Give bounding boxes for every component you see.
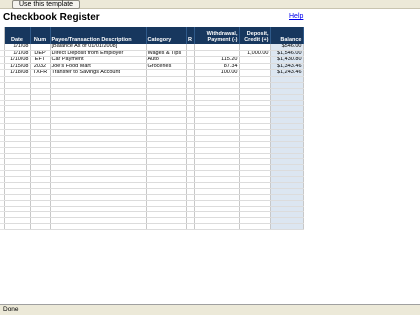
table-row: 1/15/08 2032 Joe's Food Mart Groceries 87.34… <box>0 63 304 71</box>
help-link[interactable]: Help <box>289 13 303 20</box>
cell-withdrawal[interactable] <box>194 50 240 58</box>
table-row: 1/18/08 TXFR Transfer to Savings Account 10… <box>0 69 304 77</box>
cell-reconciled[interactable] <box>186 63 195 71</box>
cell-num[interactable] <box>30 223 51 231</box>
cell-balance[interactable]: $1,343.46 <box>270 63 304 71</box>
cell-withdrawal[interactable]: 87.34 <box>194 63 240 71</box>
cell-payee[interactable]: Car Payment <box>50 56 147 64</box>
status-text: Done <box>3 306 19 313</box>
cell-reconciled[interactable] <box>186 69 195 77</box>
cell-category[interactable]: Wages & Tips <box>146 50 187 58</box>
cell-reconciled[interactable] <box>186 56 195 64</box>
cell-deposit[interactable]: 1,000.00 <box>239 50 271 58</box>
column-header-date[interactable]: Date <box>4 27 31 44</box>
cell-category[interactable]: Groceries <box>146 63 187 71</box>
cell-withdrawal[interactable]: 100.00 <box>194 69 240 77</box>
table-row: 1/1/08 DEP Direct Deposit from Employer Wag… <box>0 50 304 58</box>
status-bar: Done <box>0 304 420 315</box>
cell-balance[interactable] <box>270 223 304 231</box>
cell-num[interactable]: DEP <box>30 50 51 58</box>
cell-reconciled[interactable] <box>186 223 195 231</box>
table-header-row: Date Num Payee/Transaction Description C… <box>0 27 304 44</box>
cell-deposit[interactable] <box>239 223 271 231</box>
cell-date[interactable]: 1/1/08 <box>4 50 31 58</box>
cell-withdrawal[interactable] <box>194 223 240 231</box>
cell-category[interactable]: Auto <box>146 56 187 64</box>
cell-balance[interactable]: $1,243.46 <box>270 69 304 77</box>
column-header-num[interactable]: Num <box>30 27 51 44</box>
column-header-category[interactable]: Category <box>146 27 187 44</box>
cell-withdrawal[interactable]: 115.20 <box>194 56 240 64</box>
cell-payee[interactable] <box>50 223 147 231</box>
table-row: 1/10/08 EFT Car Payment Auto 115.20 $1,430.80 <box>0 56 304 64</box>
sheet-title: Checkbook Register <box>3 12 100 23</box>
cell-deposit[interactable] <box>239 69 271 77</box>
cell-balance[interactable]: $1,430.80 <box>270 56 304 64</box>
cell-payee[interactable]: Transfer to Savings Account <box>50 69 147 77</box>
cell-balance[interactable]: $1,546.00 <box>270 50 304 58</box>
cell-num[interactable]: EFT <box>30 56 51 64</box>
column-header-withdrawal[interactable]: Withdrawal, Payment (-) <box>194 27 240 44</box>
cell-num[interactable]: 2032 <box>30 63 51 71</box>
column-header-deposit[interactable]: Deposit, Credit (+) <box>239 27 271 44</box>
column-header-payee[interactable]: Payee/Transaction Description <box>50 27 147 44</box>
cell-date[interactable]: 1/18/08 <box>4 69 31 77</box>
checkbook-register-table: Date Num Payee/Transaction Description C… <box>0 27 304 231</box>
use-this-template-button[interactable]: Use this template <box>12 0 81 9</box>
register-rows: 1/1/08 [Balance As of 01/01/2008] $546.00 1… <box>0 44 304 231</box>
cell-payee[interactable]: Direct Deposit from Employer <box>50 50 147 58</box>
table-row <box>0 223 304 231</box>
cell-date[interactable] <box>4 223 31 231</box>
cell-category[interactable] <box>146 223 187 231</box>
cell-num[interactable]: TXFR <box>30 69 51 77</box>
column-header-balance[interactable]: Balance <box>270 27 304 44</box>
cell-deposit[interactable] <box>239 56 271 64</box>
column-header-reconciled[interactable]: R <box>186 27 195 44</box>
cell-payee[interactable]: Joe's Food Mart <box>50 63 147 71</box>
cell-deposit[interactable] <box>239 63 271 71</box>
cell-date[interactable]: 1/15/08 <box>4 63 31 71</box>
template-toolbar: Use this template <box>0 0 420 9</box>
cell-reconciled[interactable] <box>186 50 195 58</box>
cell-category[interactable] <box>146 69 187 77</box>
cell-date[interactable]: 1/10/08 <box>4 56 31 64</box>
